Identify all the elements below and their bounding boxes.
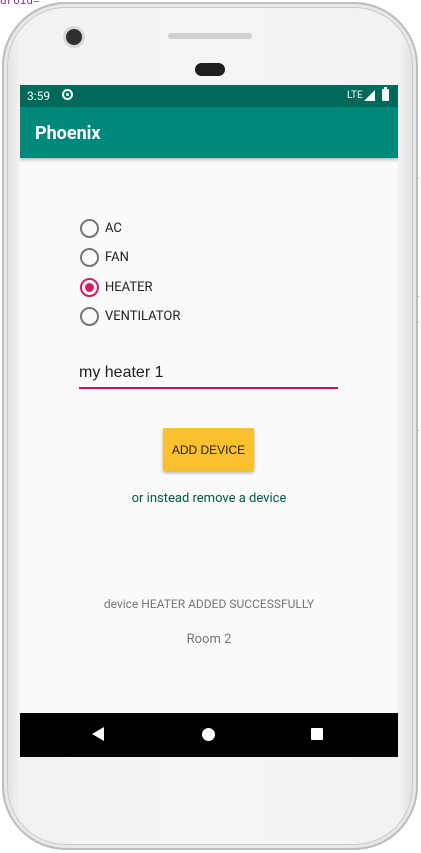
room-label: Room 2	[186, 632, 232, 647]
radio-heater[interactable]: HEATER	[80, 275, 152, 299]
recents-icon[interactable]	[311, 728, 323, 740]
radio-label: VENTILATOR	[105, 308, 181, 324]
speaker	[168, 33, 252, 39]
radio-button-icon[interactable]	[80, 306, 99, 326]
proximity-sensor	[195, 63, 225, 76]
app-bar: Phoenix	[20, 107, 398, 158]
status-time: 3:59	[27, 89, 51, 103]
add-device-button[interactable]: ADD DEVICE	[163, 428, 254, 471]
app-title: Phoenix	[35, 123, 101, 144]
status-bar: 3:59 LTE	[20, 85, 398, 107]
radio-label: HEATER	[105, 279, 153, 295]
sync-icon	[62, 89, 73, 100]
radio-label: AC	[105, 220, 122, 236]
back-icon[interactable]	[92, 727, 104, 741]
radio-ventilator[interactable]: VENTILATOR	[80, 304, 180, 328]
device-screen: 3:59 LTE Phoenix AC FAN HEATER VENTILATO…	[20, 85, 398, 757]
radio-button-icon[interactable]	[80, 247, 99, 267]
remove-device-link[interactable]: or instead remove a device	[20, 491, 398, 506]
signal-icon	[364, 90, 375, 101]
status-message: device HEATER ADDED SUCCESSFULLY	[103, 597, 315, 611]
navigation-bar	[20, 713, 398, 757]
radio-button-checked-icon[interactable]	[80, 277, 99, 297]
radio-button-icon[interactable]	[80, 218, 99, 238]
device-name-input[interactable]	[79, 359, 338, 389]
radio-label: FAN	[105, 249, 129, 265]
ide-code-fragment: droid=	[0, 0, 40, 8]
network-type: LTE	[347, 90, 363, 101]
radio-fan[interactable]: FAN	[80, 245, 129, 269]
radio-ac[interactable]: AC	[80, 216, 122, 240]
battery-icon	[382, 87, 389, 101]
home-icon[interactable]	[202, 728, 215, 741]
camera	[66, 29, 82, 45]
